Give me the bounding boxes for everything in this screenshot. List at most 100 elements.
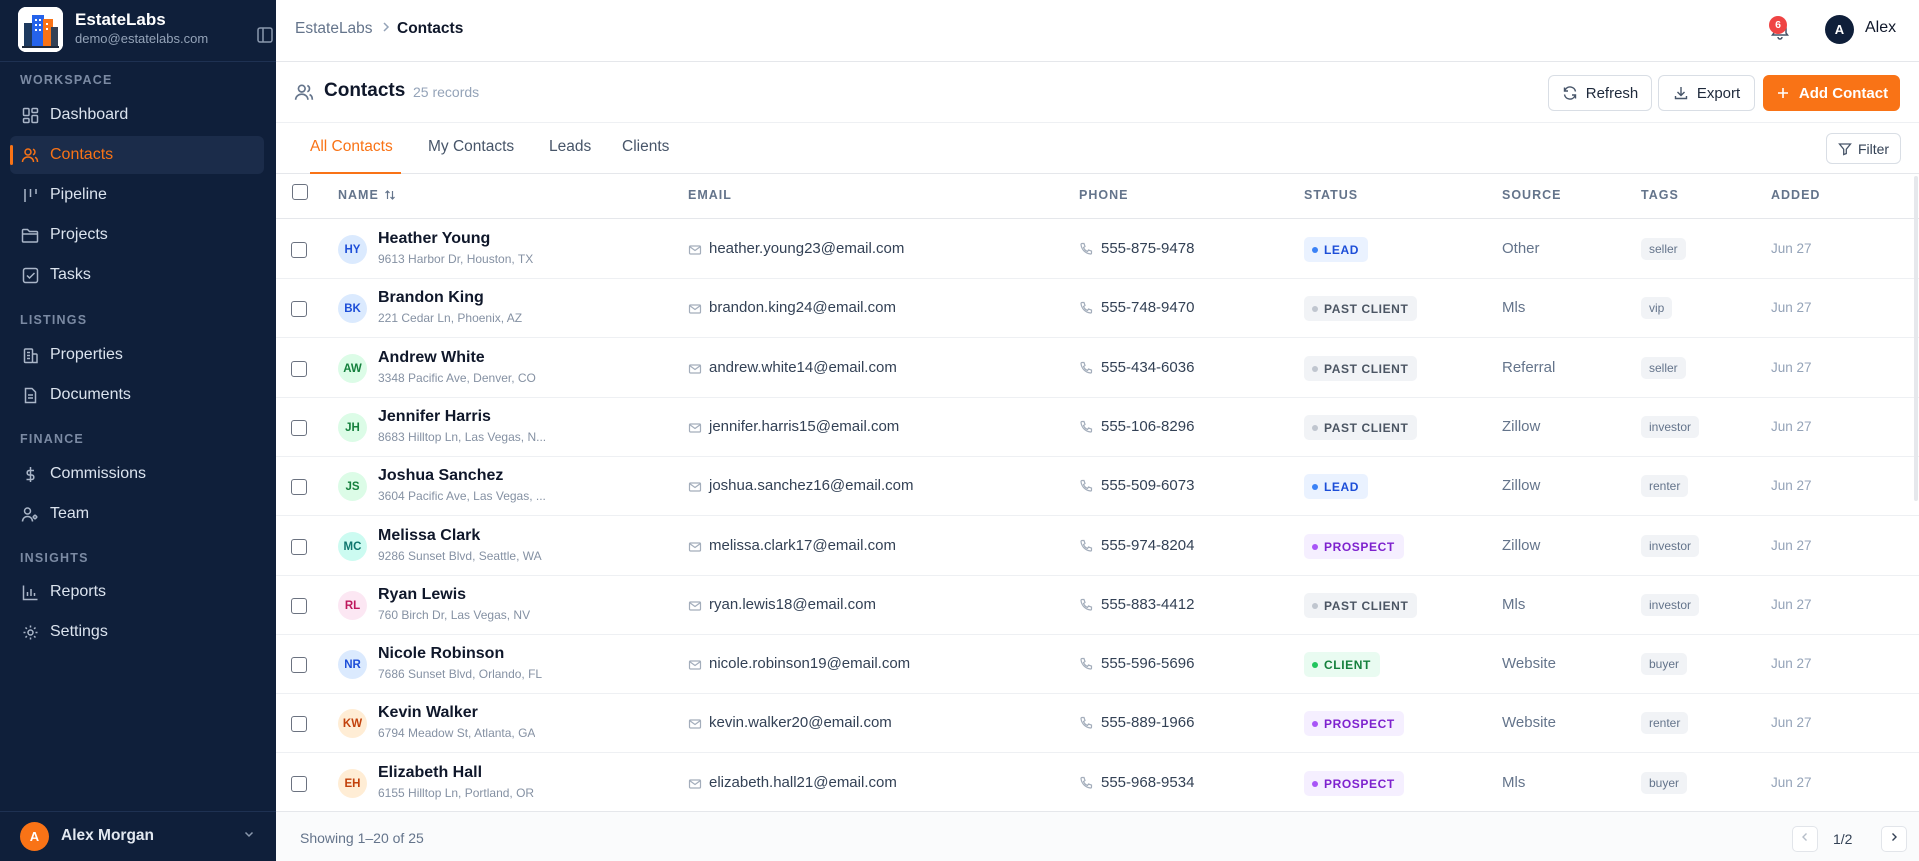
row-checkbox[interactable]	[291, 716, 307, 732]
export-button[interactable]: Export	[1658, 75, 1755, 111]
table-row[interactable]: MC Melissa Clark 9286 Sunset Blvd, Seattle…	[276, 517, 1919, 576]
table-row[interactable]: EH Elizabeth Hall 6155 Hilltop Ln, Portlan…	[276, 754, 1919, 813]
mail-icon	[688, 658, 702, 672]
contact-name[interactable]: Ryan Lewis	[378, 586, 466, 604]
contact-phone[interactable]: 555-974-8204	[1101, 537, 1194, 554]
contact-name[interactable]: Joshua Sanchez	[378, 467, 503, 485]
topbar-user-name[interactable]: Alex	[1865, 19, 1896, 37]
sidebar-item-projects[interactable]: Projects	[10, 216, 264, 254]
contact-name[interactable]: Melissa Clark	[378, 527, 480, 545]
status-label: CLIENT	[1324, 657, 1371, 672]
sidebar-item-tasks[interactable]: Tasks	[10, 256, 264, 294]
table-row[interactable]: HY Heather Young 9613 Harbor Dr, Houston, …	[276, 220, 1919, 279]
contact-email[interactable]: jennifer.harris15@email.com	[709, 418, 899, 435]
tab-my-contacts[interactable]: My Contacts	[428, 138, 514, 174]
sidebar-item-contacts[interactable]: Contacts	[10, 136, 264, 174]
chevron-down-icon	[242, 827, 256, 846]
contact-email[interactable]: andrew.white14@email.com	[709, 359, 897, 376]
users-icon	[294, 82, 316, 104]
row-checkbox[interactable]	[291, 539, 307, 555]
contact-email[interactable]: brandon.king24@email.com	[709, 299, 896, 316]
table-header: NAME EMAIL PHONE STATUS SOURCE TAGS ADDE…	[276, 174, 1919, 219]
select-all-checkbox[interactable]	[292, 184, 308, 200]
row-checkbox[interactable]	[291, 598, 307, 614]
contact-email[interactable]: melissa.clark17@email.com	[709, 537, 896, 554]
contact-name[interactable]: Heather Young	[378, 230, 490, 248]
contact-phone[interactable]: 555-748-9470	[1101, 299, 1194, 316]
table-row[interactable]: JH Jennifer Harris 8683 Hilltop Ln, Las Ve…	[276, 398, 1919, 457]
tab-clients[interactable]: Clients	[622, 138, 669, 174]
sidebar-item-commissions[interactable]: Commissions	[10, 455, 264, 493]
table-row[interactable]: AW Andrew White 3348 Pacific Ave, Denver, …	[276, 339, 1919, 398]
breadcrumb-root[interactable]: EstateLabs	[295, 20, 373, 38]
status-dot	[1312, 543, 1318, 550]
contact-email[interactable]: nicole.robinson19@email.com	[709, 655, 910, 672]
sidebar-item-properties[interactable]: Properties	[10, 336, 264, 374]
previous-page-button[interactable]	[1792, 826, 1818, 852]
sidebar-item-label: Tasks	[50, 266, 91, 283]
contact-email[interactable]: heather.young23@email.com	[709, 240, 904, 257]
contact-email[interactable]: ryan.lewis18@email.com	[709, 596, 876, 613]
row-checkbox[interactable]	[291, 242, 307, 258]
refresh-button[interactable]: Refresh	[1548, 75, 1652, 111]
contact-phone[interactable]: 555-889-1966	[1101, 714, 1194, 731]
tag-chip: seller	[1641, 357, 1686, 379]
table-row[interactable]: BK Brandon King 221 Cedar Ln, Phoenix, AZ b…	[276, 279, 1919, 338]
contact-phone[interactable]: 555-883-4412	[1101, 596, 1194, 613]
sidebar-item-settings[interactable]: Settings	[10, 613, 264, 651]
contact-phone[interactable]: 555-596-5696	[1101, 655, 1194, 672]
contact-name[interactable]: Andrew White	[378, 349, 485, 367]
table-row[interactable]: JS Joshua Sanchez 3604 Pacific Ave, Las Ve…	[276, 457, 1919, 516]
sidebar-item-pipeline[interactable]: Pipeline	[10, 176, 264, 214]
brand[interactable]: EstateLabs demo@estatelabs.com	[18, 7, 273, 53]
tab-all-contacts[interactable]: All Contacts	[310, 138, 401, 174]
column-header-name[interactable]: NAME	[338, 188, 396, 204]
status-dot	[1312, 424, 1318, 431]
chevron-left-icon	[1799, 830, 1811, 848]
contact-email[interactable]: kevin.walker20@email.com	[709, 714, 892, 731]
status-label: PAST CLIENT	[1324, 420, 1409, 435]
contact-phone[interactable]: 555-434-6036	[1101, 359, 1194, 376]
contact-name[interactable]: Nicole Robinson	[378, 645, 504, 663]
table-row[interactable]: KW Kevin Walker 6794 Meadow St, Atlanta, G…	[276, 694, 1919, 753]
row-checkbox[interactable]	[291, 301, 307, 317]
mail-icon	[688, 777, 702, 791]
sidebar-collapse-icon[interactable]	[255, 25, 275, 45]
add-contact-button[interactable]: Add Contact	[1763, 75, 1900, 111]
sidebar-user-menu[interactable]: A Alex Morgan	[20, 820, 256, 852]
next-page-button[interactable]	[1881, 826, 1907, 852]
table-row[interactable]: NR Nicole Robinson 7686 Sunset Blvd, Orlan…	[276, 635, 1919, 694]
column-header-status: STATUS	[1304, 188, 1359, 202]
contact-phone[interactable]: 555-106-8296	[1101, 418, 1194, 435]
contact-name[interactable]: Kevin Walker	[378, 704, 478, 722]
contact-email[interactable]: joshua.sanchez16@email.com	[709, 477, 914, 494]
tag-chip: buyer	[1641, 653, 1688, 675]
table-row[interactable]: RL Ryan Lewis 760 Birch Dr, Las Vegas, NV r…	[276, 576, 1919, 635]
contact-source: Website	[1502, 714, 1556, 731]
contact-phone[interactable]: 555-968-9534	[1101, 774, 1194, 791]
row-checkbox[interactable]	[291, 657, 307, 673]
added-date: Jun 27	[1771, 538, 1812, 553]
row-checkbox[interactable]	[291, 420, 307, 436]
contact-email[interactable]: elizabeth.hall21@email.com	[709, 774, 897, 791]
avatar[interactable]: A	[1825, 15, 1854, 44]
contact-phone[interactable]: 555-875-9478	[1101, 240, 1194, 257]
mail-icon	[688, 717, 702, 731]
row-checkbox[interactable]	[291, 479, 307, 495]
contact-phone[interactable]: 555-509-6073	[1101, 477, 1194, 494]
column-header-added: ADDED	[1771, 188, 1821, 202]
contact-name[interactable]: Brandon King	[378, 289, 484, 307]
sidebar-item-dashboard[interactable]: Dashboard	[10, 96, 264, 134]
filter-button[interactable]: Filter	[1826, 133, 1901, 164]
sidebar-item-reports[interactable]: Reports	[10, 573, 264, 611]
added-date: Jun 27	[1771, 775, 1812, 790]
row-checkbox[interactable]	[291, 776, 307, 792]
contact-name[interactable]: Jennifer Harris	[378, 408, 491, 426]
table-scrollbar[interactable]	[1914, 176, 1918, 501]
sidebar-item-team[interactable]: Team	[10, 495, 264, 533]
sidebar-item-documents[interactable]: Documents	[10, 376, 264, 414]
dashboard-icon	[20, 105, 40, 125]
row-checkbox[interactable]	[291, 361, 307, 377]
contact-name[interactable]: Elizabeth Hall	[378, 764, 482, 782]
tab-leads[interactable]: Leads	[549, 138, 591, 174]
